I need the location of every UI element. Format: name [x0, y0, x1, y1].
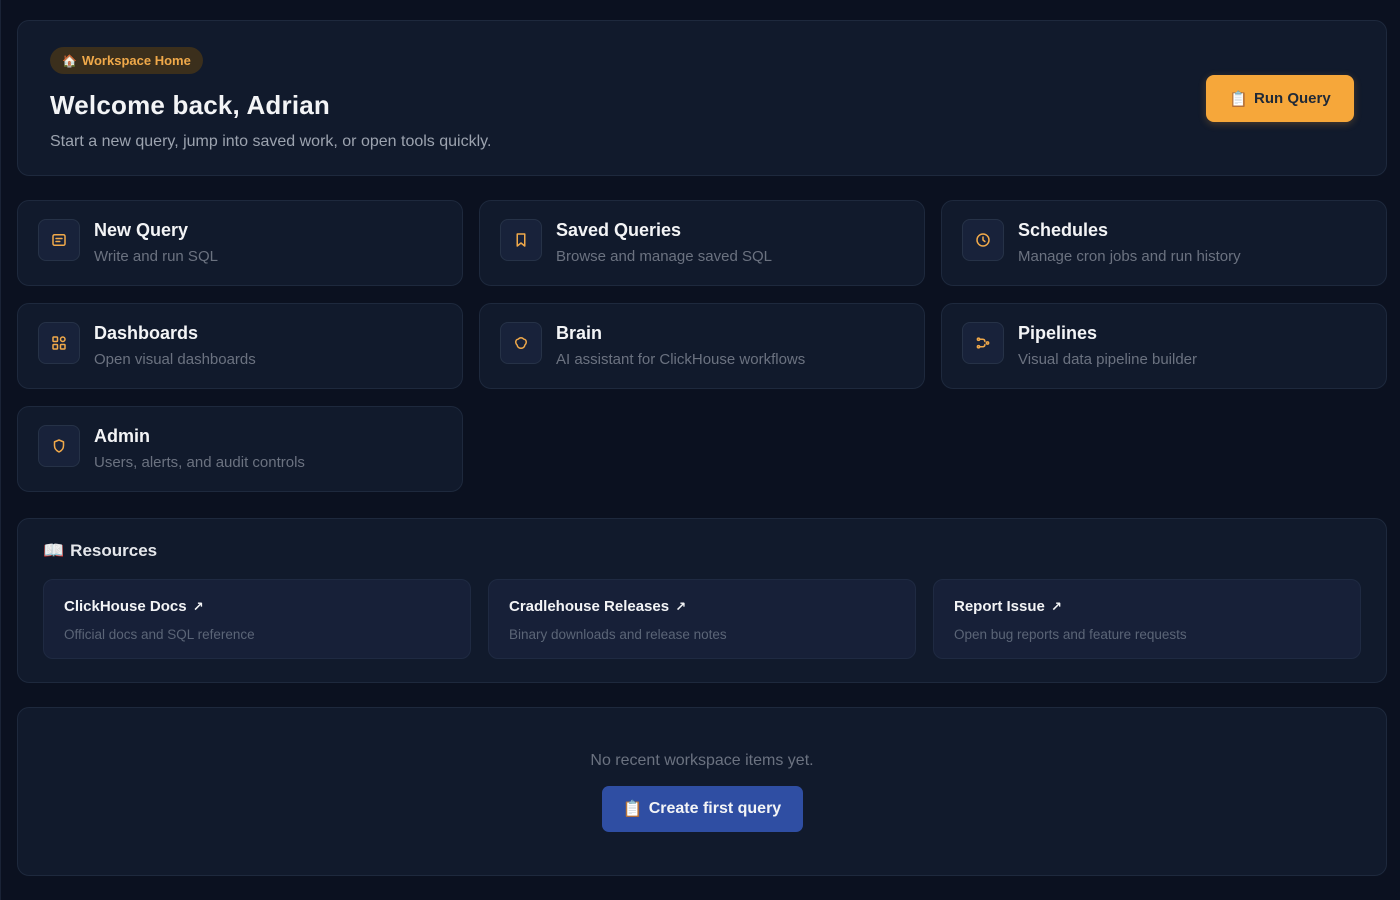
resources-panel: 📖 Resources ClickHouse Docs ↗ Official d…	[17, 518, 1387, 683]
tile-title: New Query	[94, 220, 189, 240]
resource-cradlehouse-releases[interactable]: Cradlehouse Releases ↗ Binary downloads …	[488, 579, 916, 659]
recent-items-empty-state: No recent workspace items yet. 📋 Create …	[17, 707, 1387, 876]
workspace-home-badge: 🏠 Workspace Home	[50, 47, 203, 74]
tile-title: Dashboards	[94, 323, 199, 343]
resources-heading-label: Resources	[70, 541, 158, 560]
pipeline-icon	[962, 322, 1004, 364]
resource-title: Cradlehouse Releases	[509, 598, 670, 615]
tile-desc: Open visual dashboards	[94, 351, 256, 368]
tile-title: Brain	[556, 323, 603, 343]
external-link-icon: ↗	[1051, 599, 1062, 614]
tile-saved-queries[interactable]: Saved Queries Browse and manage saved SQ…	[479, 200, 925, 286]
workspace-home-page: 🏠 Workspace Home Welcome back, Adrian St…	[0, 0, 1400, 900]
tile-desc: Visual data pipeline builder	[1018, 351, 1198, 368]
external-link-icon: ↗	[675, 599, 687, 614]
external-link-icon: ↗	[192, 599, 204, 614]
tile-title: Pipelines	[1018, 323, 1098, 343]
empty-state-text: No recent workspace items yet.	[590, 752, 814, 769]
tile-desc: AI assistant for ClickHouse workflows	[556, 351, 806, 368]
tile-desc: Write and run SQL	[94, 248, 218, 265]
create-first-query-button[interactable]: 📋 Create first query	[601, 786, 803, 832]
resource-title: Report Issue	[954, 598, 1045, 615]
tile-desc: Manage cron jobs and run history	[1018, 248, 1241, 265]
badge-label: Workspace Home	[81, 53, 191, 68]
shield-icon	[38, 425, 80, 467]
bookmark-icon	[500, 219, 542, 261]
tile-schedules[interactable]: Schedules Manage cron jobs and run histo…	[941, 200, 1387, 286]
create-first-query-label: Create first query	[648, 800, 782, 817]
tile-desc: Browse and manage saved SQL	[556, 248, 772, 265]
tile-admin[interactable]: Admin Users, alerts, and audit controls	[17, 406, 463, 492]
sql-editor-icon	[38, 219, 80, 261]
clipboard-icon: 📋	[1229, 90, 1248, 108]
resource-desc: Binary downloads and release notes	[509, 627, 727, 642]
resource-desc: Open bug reports and feature requests	[954, 627, 1187, 642]
book-icon: 📖	[43, 541, 65, 560]
home-icon: 🏠	[62, 53, 77, 68]
resource-clickhouse-docs[interactable]: ClickHouse Docs ↗ Official docs and SQL …	[43, 579, 471, 659]
tile-new-query[interactable]: New Query Write and run SQL	[17, 200, 463, 286]
tile-desc: Users, alerts, and audit controls	[94, 454, 305, 471]
run-query-button[interactable]: 📋 Run Query	[1206, 75, 1354, 122]
welcome-hero: 🏠 Workspace Home Welcome back, Adrian St…	[17, 20, 1387, 176]
tile-title: Saved Queries	[556, 220, 682, 240]
tile-title: Schedules	[1018, 220, 1109, 240]
page-title: Welcome back, Adrian	[50, 90, 330, 120]
resources-heading: 📖 Resources	[43, 541, 1361, 561]
resource-report-issue[interactable]: Report Issue ↗ Open bug reports and feat…	[933, 579, 1361, 659]
run-query-label: Run Query	[1254, 90, 1331, 107]
tile-pipelines[interactable]: Pipelines Visual data pipeline builder	[941, 303, 1387, 389]
tile-brain[interactable]: Brain AI assistant for ClickHouse workfl…	[479, 303, 925, 389]
brain-icon	[500, 322, 542, 364]
clipboard-icon: 📋	[622, 801, 643, 818]
tile-title: Admin	[94, 426, 150, 446]
grid-icon	[38, 322, 80, 364]
tile-dashboards[interactable]: Dashboards Open visual dashboards	[17, 303, 463, 389]
clock-icon	[962, 219, 1004, 261]
resource-desc: Official docs and SQL reference	[64, 627, 255, 642]
page-subtitle: Start a new query, jump into saved work,…	[50, 133, 492, 150]
resource-title: ClickHouse Docs	[64, 598, 187, 615]
